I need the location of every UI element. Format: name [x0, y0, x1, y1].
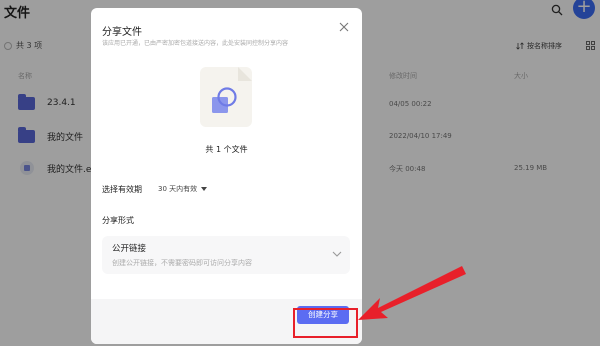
expiry-dropdown[interactable]: 30 天内有效: [158, 184, 208, 194]
option-description: 创建公开链接，不需要密码即可访问分享内容: [112, 259, 252, 267]
dialog-subtitle: 该应用已开通，已由严密加密包道接送内容，此处安装同控制分享内容: [102, 40, 289, 47]
share-type-label: 分享形式: [102, 216, 134, 225]
share-option-public-link[interactable]: 公开链接 创建公开链接，不需要密码即可访问分享内容: [102, 236, 350, 274]
file-count: 共 1 个文件: [205, 145, 248, 154]
caret-down-icon: [201, 187, 208, 191]
file-preview-icon: [200, 67, 252, 127]
expiry-label: 选择有效期: [102, 185, 142, 194]
create-share-button[interactable]: 创建分享: [297, 306, 349, 324]
chevron-down-icon: [332, 251, 342, 257]
share-dialog: 分享文件 该应用已开通，已由严密加密包道接送内容，此处安装同控制分享内容 共 1…: [91, 8, 362, 344]
annotation-arrow-icon: [358, 266, 466, 320]
option-title: 公开链接: [112, 244, 147, 254]
dialog-footer: 创建分享: [91, 299, 362, 344]
dialog-title: 分享文件: [102, 27, 142, 38]
close-icon[interactable]: [338, 21, 350, 33]
expiry-value: 30 天内有效: [158, 185, 198, 193]
